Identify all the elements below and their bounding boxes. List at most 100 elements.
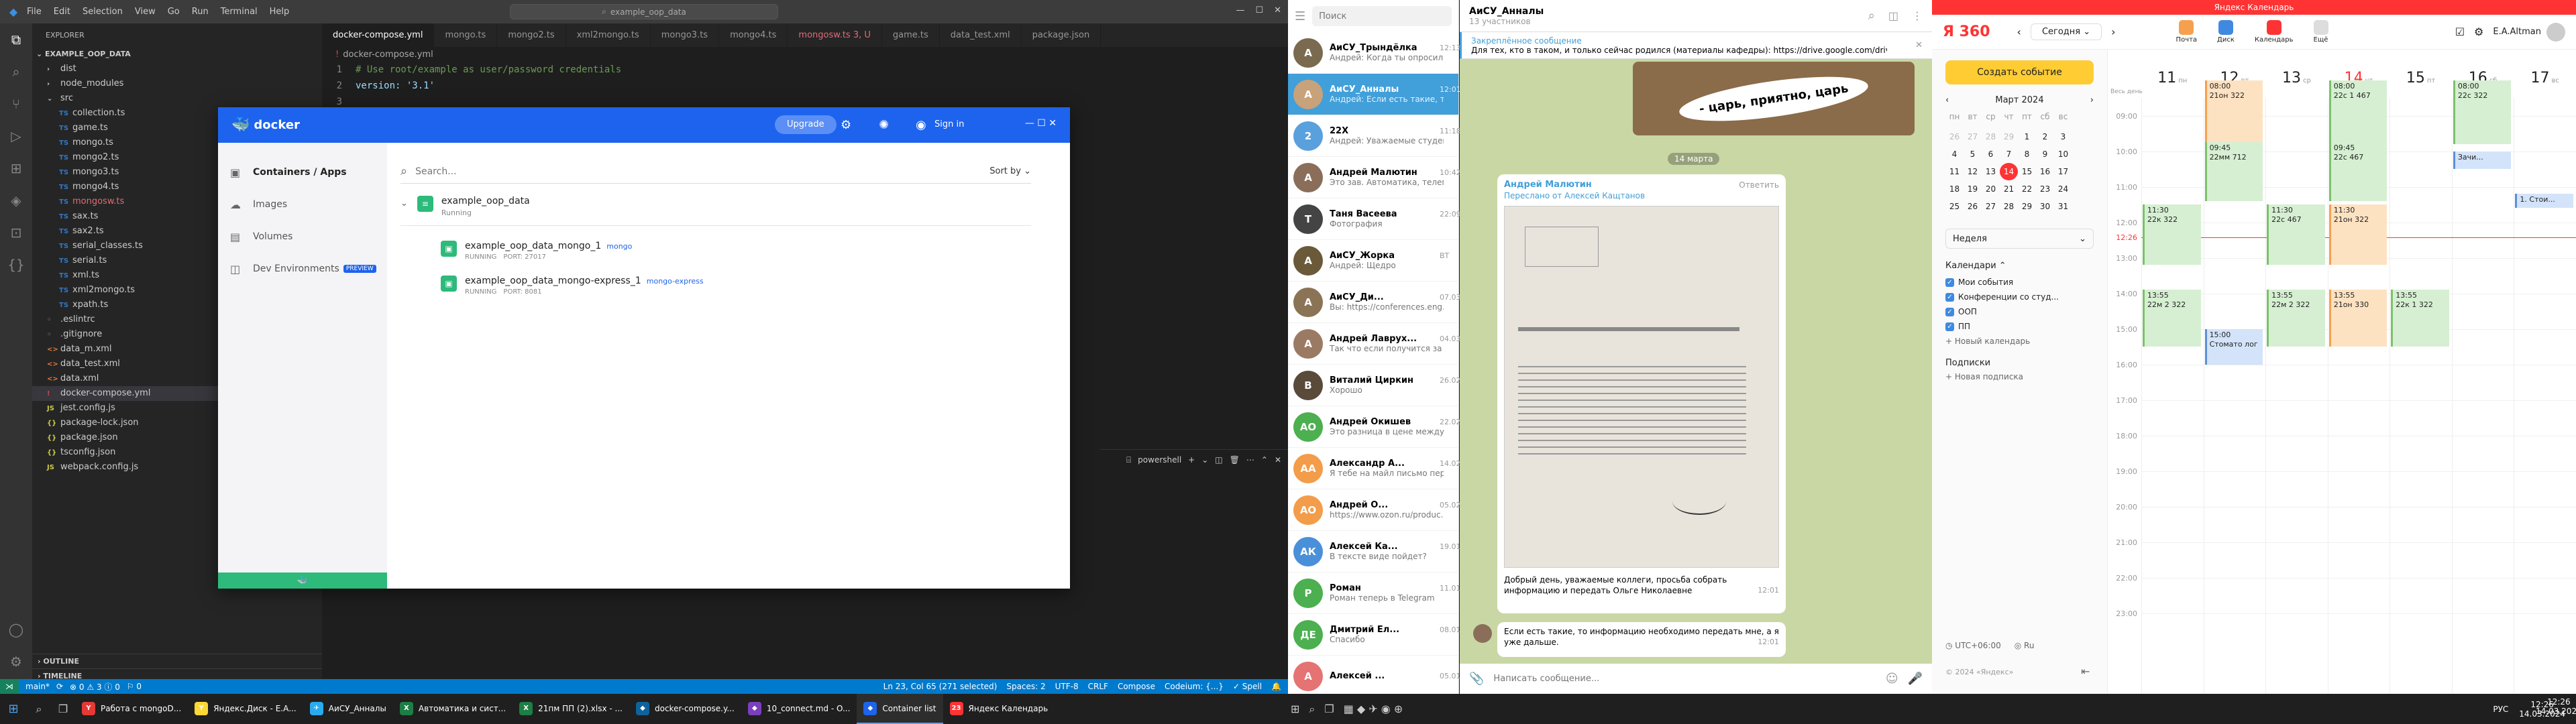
mini-day[interactable]: 2	[2036, 128, 2054, 145]
editor-tab[interactable]: mongo4.ts	[719, 23, 788, 47]
chat-list-item[interactable]: 2 22Х 11:18 Андрей: Уважаемые студен...	[1288, 115, 1461, 157]
file-tree-item[interactable]: ⌄ src	[32, 91, 322, 106]
calendar-event[interactable]: 13:55 22м 2 322	[2267, 290, 2325, 347]
calendar-event[interactable]: 08:00 21он 322	[2204, 80, 2263, 144]
calendar-event[interactable]: 15:00 Стомато лог	[2204, 328, 2263, 365]
bell-icon[interactable]: 🔔	[1271, 682, 1281, 691]
microphone-icon[interactable]: 🎤	[1908, 672, 1923, 686]
app-link[interactable]: Ещё	[2313, 20, 2328, 44]
docker-nav-item[interactable]: ◫ Dev Environments PREVIEW	[218, 253, 387, 285]
mini-day[interactable]: 25	[1945, 198, 1964, 215]
week-day-header[interactable]: 13 ср	[2265, 70, 2328, 86]
mini-day[interactable]: 11	[1945, 163, 1964, 180]
taskbar-app[interactable]: ◆ docker-compose.y...	[629, 694, 741, 724]
mini-day[interactable]: 4	[1945, 145, 1964, 163]
calendar-event[interactable]: 11:30 22с 467	[2267, 204, 2325, 265]
run-debug-icon[interactable]: ▷	[0, 120, 32, 152]
search-icon[interactable]: ⌕	[1868, 9, 1875, 23]
prev-week-icon[interactable]: ‹	[2017, 25, 2021, 38]
maximize-panel-icon[interactable]: ⌃	[1261, 455, 1268, 465]
container-row[interactable]: ▣ example_oop_data_mongo_1 mongo RUNNING POR…	[441, 241, 1070, 261]
calendar-event[interactable]: Зачи...	[2453, 151, 2512, 169]
mini-day[interactable]: 5	[1964, 145, 1982, 163]
clock-2[interactable]: 12:26 14.03.2024	[2536, 697, 2576, 716]
sticker-image[interactable]: - царь, приятно, царь	[1633, 62, 1915, 135]
container-image[interactable]: mongo	[606, 242, 632, 251]
split-icon[interactable]: ◫	[1215, 455, 1222, 465]
mini-day[interactable]: 7	[2000, 145, 2018, 163]
calendar-event[interactable]: 09:45 22с 467	[2328, 142, 2387, 201]
docker-icon[interactable]: ◈	[0, 184, 32, 217]
menu-item[interactable]: File	[27, 7, 42, 17]
close-icon[interactable]: ✕	[1274, 5, 1281, 15]
reply-button[interactable]: Ответить	[1739, 180, 1779, 190]
menu-item[interactable]: Go	[168, 7, 180, 17]
gear-icon[interactable]: ⚙	[0, 646, 32, 678]
command-center-search[interactable]: ⌕ example_oop_data	[510, 4, 778, 19]
mini-day[interactable]: 16	[2036, 163, 2054, 180]
mini-day[interactable]: 15	[2018, 163, 2036, 180]
new-calendar-link[interactable]: + Новый календарь	[1945, 337, 2094, 346]
collapse-sidebar-icon[interactable]: ⇤	[2081, 665, 2090, 678]
taskbar-app[interactable]: X 21пм ПП (2).xlsx - ...	[513, 694, 629, 724]
mini-day[interactable]: 26	[1945, 128, 1964, 145]
branch-status[interactable]: main*	[25, 682, 50, 691]
tasks-icon[interactable]: ☑	[2455, 25, 2465, 38]
chat-list-item[interactable]: РРоман11.01.2024Роман теперь в Telegram	[1288, 572, 1482, 614]
calendar-event[interactable]: 11:30 21он 322	[2328, 204, 2387, 265]
mini-day[interactable]: 8	[2018, 145, 2036, 163]
chat-list-item[interactable]: АКАлексей Ка...19.01.2024В тексте виде п…	[1288, 531, 1482, 572]
mini-day[interactable]: 27	[1982, 198, 2000, 215]
app-group-row[interactable]: ⌄ ≡ example_oop_data Running	[400, 196, 1031, 226]
remote-indicator[interactable]: ⋊	[0, 679, 19, 694]
week-day-header[interactable]: 11 пн	[2141, 70, 2204, 86]
chevron-down-icon[interactable]: ⌄	[1201, 455, 1208, 465]
account-icon[interactable]: ◉	[916, 118, 926, 132]
calendar-event[interactable]: 08:00 22с 322	[2453, 80, 2512, 144]
chat-list-item[interactable]: АОАндрей О...05.02.2024https://www.ozon.…	[1288, 489, 1482, 531]
mini-day[interactable]: 24	[2054, 180, 2072, 198]
chat-list-item[interactable]: ААлексей ...05.01.2024	[1288, 656, 1482, 697]
calendar-event[interactable]: 13:55 22к 1 322	[2391, 290, 2449, 347]
menu-item[interactable]: Terminal	[221, 7, 258, 17]
project-root[interactable]: ⌄ EXAMPLE_OOP_DATA	[32, 47, 322, 62]
docker-nav-item[interactable]: ☁ Images	[218, 188, 387, 221]
pinned-app-icons[interactable]: ▦ ◆ ✈ ◉ ⊕	[1344, 703, 1403, 715]
remote-icon[interactable]: ⊡	[0, 217, 32, 249]
encoding-status[interactable]: UTF-8	[1055, 682, 1079, 691]
source-control-icon[interactable]: ⑂	[0, 88, 32, 120]
mini-day[interactable]: 28	[1982, 128, 2000, 145]
cursor-position[interactable]: Ln 23, Col 65 (271 selected)	[883, 682, 998, 691]
mini-day[interactable]: 23	[2036, 180, 2054, 198]
mini-day[interactable]: 17	[2054, 163, 2072, 180]
more-icon[interactable]: ⋮	[1912, 9, 1923, 22]
mini-day[interactable]: 26	[1964, 198, 1982, 215]
calendar-event[interactable]: 11:30 22к 322	[2143, 204, 2201, 265]
editor-tab[interactable]: game.ts	[882, 23, 940, 47]
editor-tab[interactable]: xml2mongo.ts	[566, 23, 651, 47]
mini-day[interactable]: 6	[1982, 145, 2000, 163]
app-link[interactable]: Календарь	[2255, 20, 2294, 44]
breadcrumb[interactable]: ! docker-compose.yml	[322, 47, 433, 62]
taskbar-app[interactable]: ◆ 10_connect.md - O...	[741, 694, 857, 724]
editor-tab[interactable]: data_test.xml	[940, 23, 1022, 47]
sort-dropdown[interactable]: Sort by ⌄	[989, 166, 1031, 176]
search-icon-2[interactable]: ⌕	[1309, 703, 1315, 716]
minimize-icon[interactable]: —	[1236, 5, 1244, 15]
start-icon-2[interactable]: ⊞	[1291, 703, 1299, 715]
indent-status[interactable]: Spaces: 2	[1006, 682, 1045, 691]
menu-item[interactable]: Help	[270, 7, 290, 17]
next-week-icon[interactable]: ›	[2111, 25, 2115, 38]
spell-status[interactable]: ✓ Spell	[1233, 682, 1262, 691]
editor-tab[interactable]: mongo3.ts	[651, 23, 720, 47]
ports-status[interactable]: ⚐ 0	[127, 682, 142, 691]
mini-day[interactable]: 30	[2036, 198, 2054, 215]
mini-day[interactable]: 1	[2018, 128, 2036, 145]
bracket-icon[interactable]: {}	[0, 249, 32, 281]
container-row[interactable]: ▣ example_oop_data_mongo-express_1 mongo-e…	[441, 276, 1070, 296]
editor-tab[interactable]: package.json	[1022, 23, 1102, 47]
chat-list-item[interactable]: А АиСУ_Жорка ВТ Андрей: Щедро	[1288, 240, 1458, 282]
mini-day[interactable]: 28	[2000, 198, 2018, 215]
yandex360-logo[interactable]: Я 360	[1943, 23, 1990, 40]
calendar-event[interactable]: 13:55 22м 2 322	[2143, 290, 2201, 347]
